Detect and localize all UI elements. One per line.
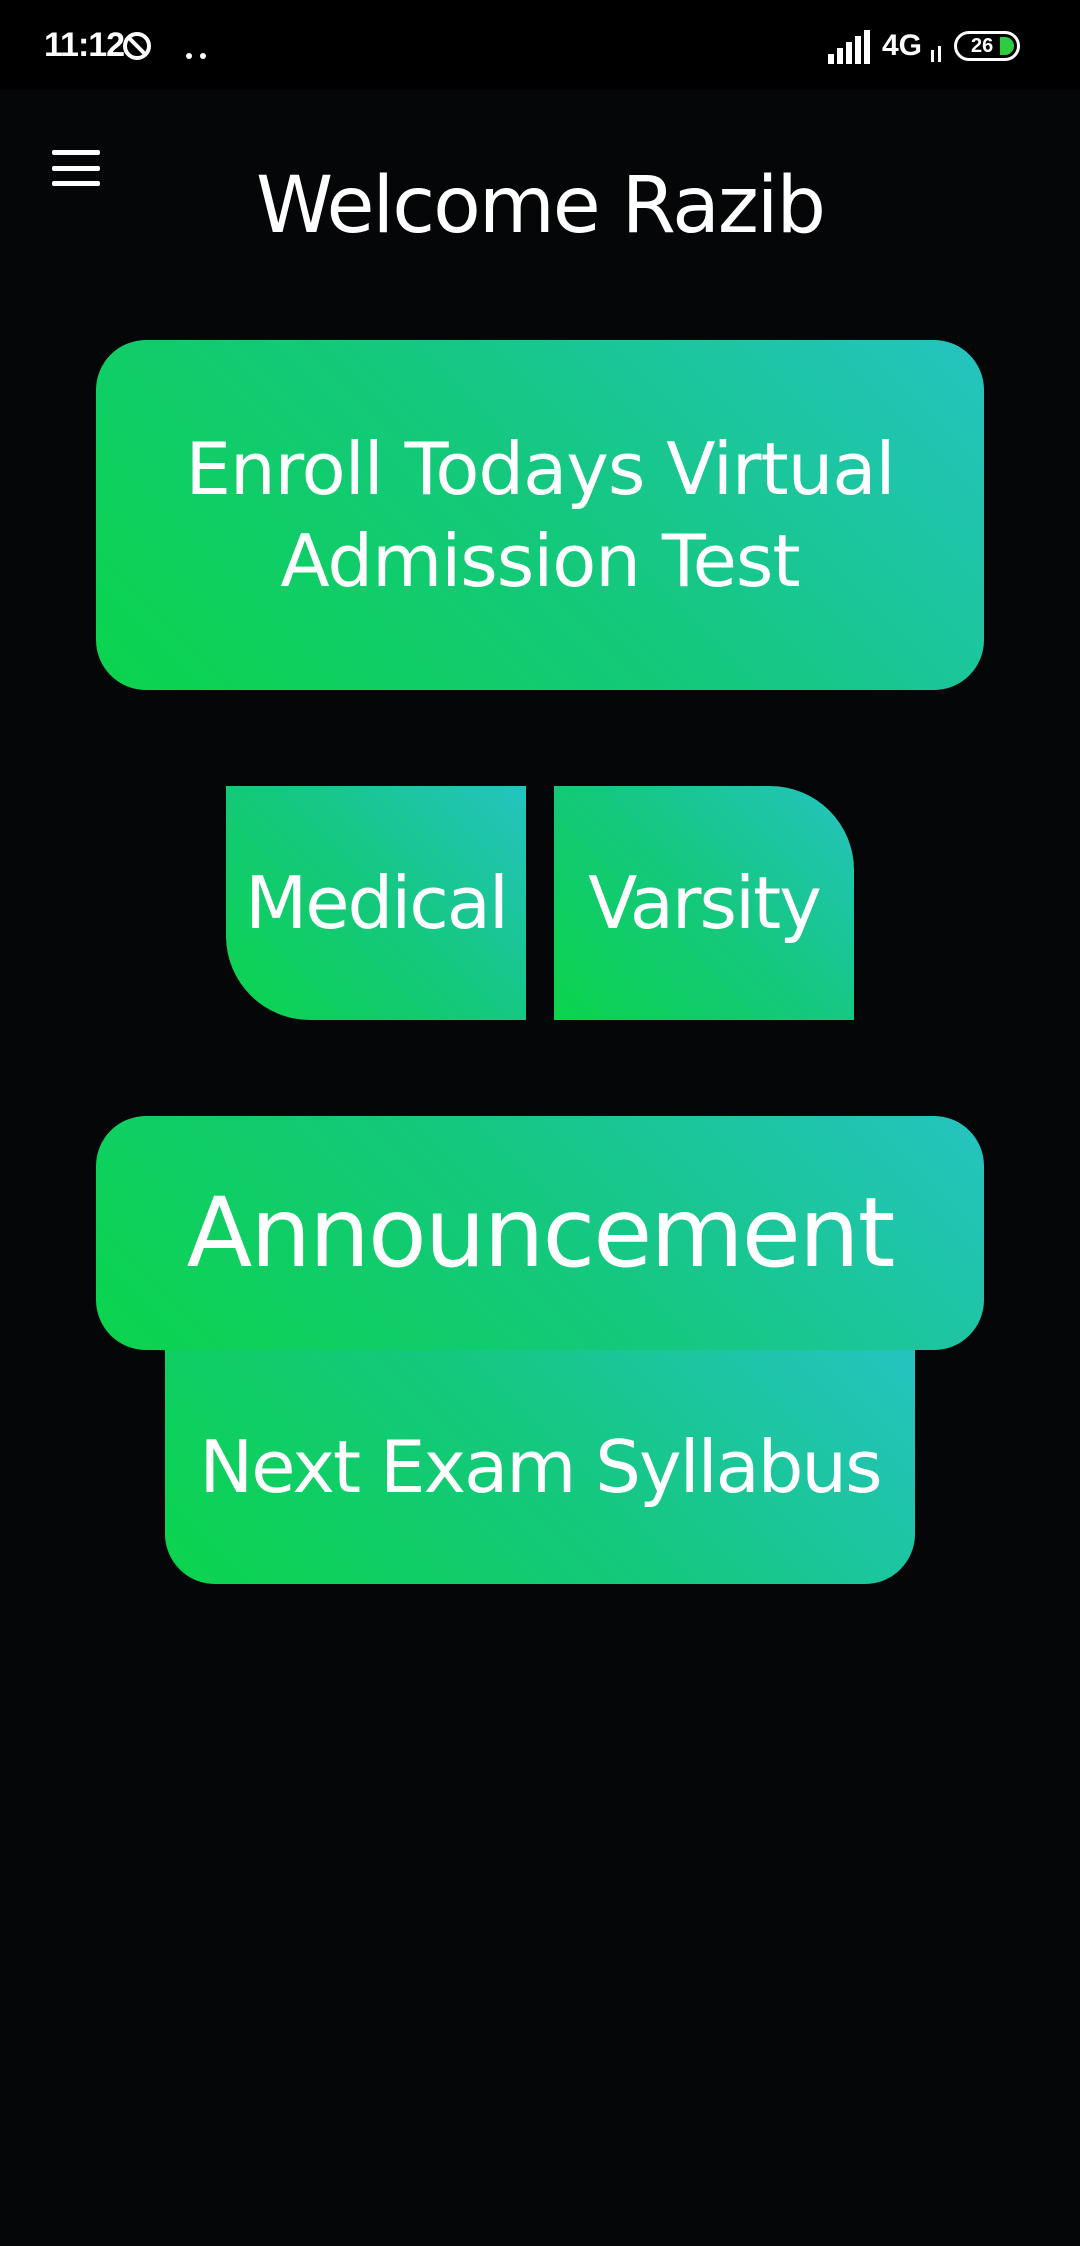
circle-slash-icon [121,30,153,62]
page-title: Welcome Razib [256,161,826,251]
status-time: 11:12 [44,26,125,64]
network-type: 4G [882,29,923,62]
next-exam-syllabus-button[interactable]: Next Exam Syllabus [165,1350,915,1584]
battery-fill [1000,37,1014,55]
medical-button[interactable]: Medical [226,786,526,1020]
battery-level: 26 [971,35,994,57]
more-notifications-icon [186,44,210,59]
signal-bars-icon [828,30,872,64]
announcement-label: Announcement [186,1177,896,1289]
medical-label: Medical [245,861,509,945]
app-content: Welcome Razib Enroll Todays Virtual Admi… [0,90,1080,2246]
varsity-label: Varsity [588,861,822,945]
battery-icon: 26 [954,31,1020,61]
next-exam-syllabus-label: Next Exam Syllabus [199,1425,882,1509]
announcement-button[interactable]: Announcement [96,1116,984,1350]
enroll-test-label: Enroll Todays Virtual Admission Test [185,427,896,603]
status-bar: 11:12 4G 26 [0,0,1080,90]
data-arrows-icon [929,44,943,62]
varsity-button[interactable]: Varsity [554,786,854,1020]
menu-bar [52,150,100,155]
enroll-test-button[interactable]: Enroll Todays Virtual Admission Test [96,340,984,690]
